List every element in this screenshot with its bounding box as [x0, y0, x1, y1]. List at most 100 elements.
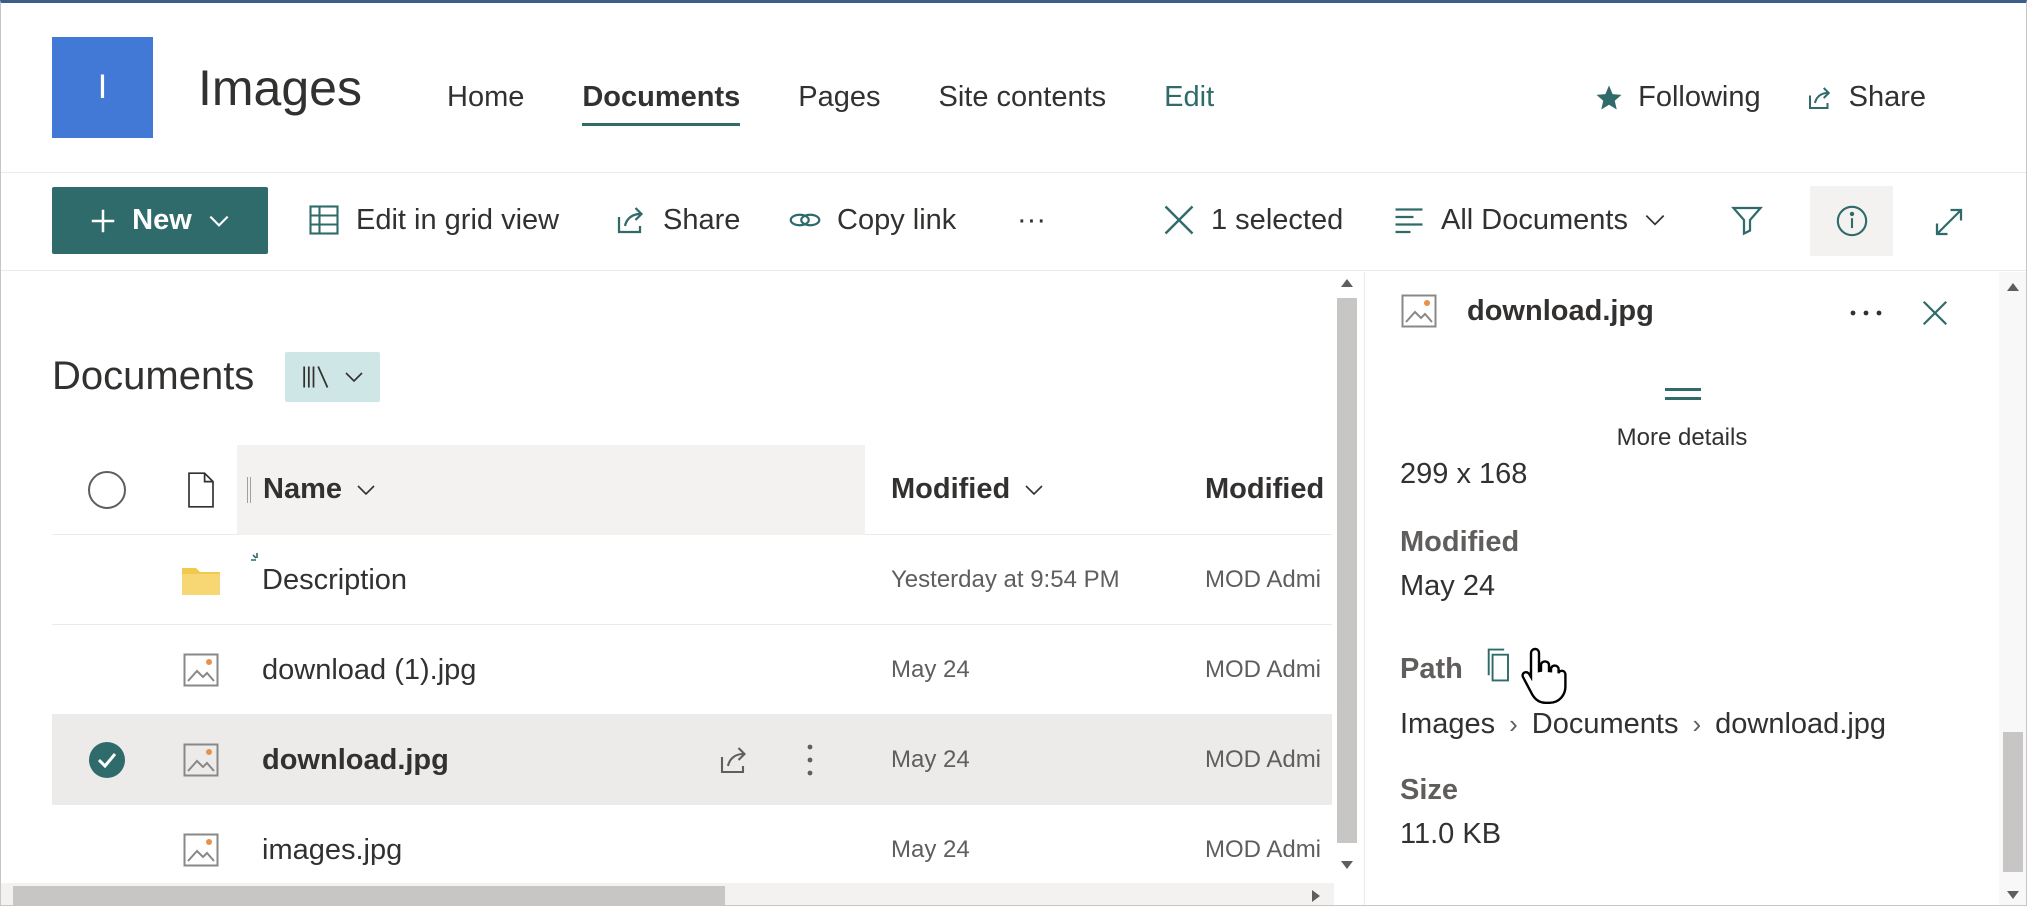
chevron-down-icon	[1025, 484, 1043, 495]
name-column-header[interactable]: Name	[247, 473, 378, 506]
site-nav: Home Documents Pages Site contents Edit	[447, 81, 1272, 126]
modified-date: May 24	[891, 656, 970, 683]
expand-icon	[1935, 208, 1963, 236]
column-resize-handle[interactable]	[247, 476, 251, 503]
nav-documents[interactable]: Documents	[582, 81, 740, 126]
path-breadcrumb: Images › Documents › download.jpg	[1400, 708, 1886, 741]
scrollbar-thumb[interactable]	[2003, 732, 2023, 872]
edit-grid-view-button[interactable]: Edit in grid view	[306, 196, 559, 244]
view-lines-icon	[1395, 208, 1423, 234]
grid-icon	[309, 205, 339, 235]
modified-by-column-label: Modified	[1205, 473, 1325, 505]
nav-site-contents[interactable]: Site contents	[939, 81, 1107, 124]
file-name[interactable]: download.jpg	[262, 715, 449, 805]
list-horizontal-scrollbar[interactable]	[1, 883, 1334, 905]
image-file-icon	[176, 625, 226, 715]
path-segment[interactable]: Documents	[1532, 708, 1679, 741]
details-scrollbar[interactable]	[1999, 272, 2026, 905]
following-label: Following	[1638, 81, 1761, 113]
scroll-up-arrow-icon	[1341, 279, 1353, 287]
scrollbar-thumb[interactable]	[13, 886, 725, 905]
documents-grid: Name Modified Modified Description Yeste…	[52, 445, 1332, 895]
nav-pages[interactable]: Pages	[798, 81, 880, 124]
row-more-button[interactable]	[800, 715, 820, 805]
path-segment[interactable]: Images	[1400, 708, 1495, 741]
info-pane-button[interactable]	[1810, 186, 1893, 256]
path-label-row: Path	[1400, 647, 1515, 691]
site-logo-letter: I	[97, 68, 108, 106]
table-row-selected[interactable]: download.jpg May 24 MOD Admi	[52, 715, 1332, 805]
sharepoint-window: I Images Home Documents Pages Site conte…	[0, 0, 2027, 906]
copy-path-button[interactable]	[1483, 647, 1515, 691]
expand-button[interactable]	[1931, 198, 1967, 246]
edit-grid-view-label: Edit in grid view	[356, 203, 560, 236]
details-more-button[interactable]	[1849, 292, 1883, 326]
site-share-label: Share	[1848, 81, 1926, 113]
more-icon	[1850, 310, 1882, 316]
share-label: Share	[663, 203, 741, 236]
close-icon	[1164, 205, 1194, 235]
filter-icon	[1731, 206, 1763, 236]
more-actions-button[interactable]: ···	[1017, 196, 1046, 244]
view-label: All Documents	[1441, 203, 1628, 236]
modified-date: Yesterday at 9:54 PM	[891, 566, 1120, 593]
view-switcher-button[interactable]: All Documents	[1391, 196, 1668, 244]
file-name[interactable]: images.jpg	[262, 805, 402, 895]
close-icon	[1922, 300, 1948, 326]
new-item-indicator-icon	[249, 551, 265, 572]
row-share-button[interactable]	[716, 715, 752, 805]
share-button[interactable]: Share	[613, 196, 740, 244]
vertical-ellipsis-icon	[807, 744, 813, 776]
file-name[interactable]: download (1).jpg	[262, 625, 476, 715]
new-label: New	[132, 204, 192, 236]
clear-selection-button[interactable]: 1 selected	[1161, 196, 1343, 244]
site-title[interactable]: Images	[198, 59, 362, 117]
details-close-button[interactable]	[1920, 298, 1950, 333]
modified-date: May 24	[891, 746, 970, 773]
library-view-switch[interactable]	[285, 352, 380, 402]
modified-by: MOD Admi	[1205, 836, 1322, 863]
list-vertical-scrollbar[interactable]	[1334, 272, 1360, 882]
file-name[interactable]: Description	[262, 535, 407, 625]
library-title: Documents	[52, 354, 255, 398]
path-segment[interactable]: download.jpg	[1715, 708, 1886, 741]
file-type-header[interactable]	[176, 445, 226, 535]
modified-column-header[interactable]: Modified	[891, 473, 1046, 506]
copy-link-label: Copy link	[837, 203, 957, 236]
dimensions-value: 299 x 168	[1400, 458, 1528, 490]
hand-cursor-icon	[1521, 647, 1567, 704]
resize-handle[interactable]	[1665, 388, 1701, 400]
more-details-link[interactable]: More details	[1365, 424, 1999, 452]
modified-by: MOD Admi	[1205, 656, 1322, 683]
document-library: Documents Name Modified Modified Descrip…	[1, 272, 1364, 905]
nav-edit[interactable]: Edit	[1164, 81, 1214, 124]
modified-by-column-header[interactable]: Modified	[1205, 473, 1324, 506]
details-pane: download.jpg More details 299 x 168 Modi…	[1364, 272, 2026, 905]
name-column-label: Name	[263, 473, 342, 505]
selected-count-label: 1 selected	[1211, 203, 1344, 236]
nav-home[interactable]: Home	[447, 81, 524, 124]
following-button[interactable]: Following	[1594, 81, 1761, 114]
select-all-checkbox[interactable]	[82, 445, 132, 535]
filter-button[interactable]	[1729, 196, 1765, 244]
chevron-down-icon	[357, 484, 375, 495]
scrollbar-thumb[interactable]	[1337, 298, 1357, 843]
scroll-right-arrow-icon	[1312, 890, 1320, 902]
table-row[interactable]: download (1).jpg May 24 MOD Admi	[52, 625, 1332, 715]
image-file-icon	[1401, 294, 1437, 328]
modified-by: MOD Admi	[1205, 746, 1322, 773]
image-file-icon	[176, 715, 226, 805]
site-share-button[interactable]: Share	[1805, 81, 1926, 114]
chevron-down-icon	[344, 372, 363, 383]
table-row[interactable]: Description Yesterday at 9:54 PM MOD Adm…	[52, 535, 1332, 625]
table-row[interactable]: images.jpg May 24 MOD Admi	[52, 805, 1332, 895]
copy-link-button[interactable]: Copy link	[787, 196, 956, 244]
modified-column-label: Modified	[891, 473, 1011, 505]
row-checkbox[interactable]	[82, 715, 132, 805]
chevron-down-icon	[1645, 215, 1665, 226]
site-logo[interactable]: I	[52, 37, 153, 138]
link-icon	[789, 213, 821, 227]
image-file-icon	[176, 805, 226, 895]
circle-checkbox-icon	[88, 471, 126, 509]
new-button[interactable]: New	[52, 187, 268, 254]
